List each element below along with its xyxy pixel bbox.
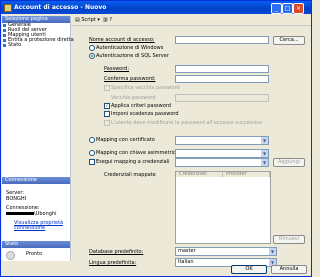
window-title: Account di accesso - Nuovo — [14, 4, 107, 11]
status-panel: Stato Pronto — [2, 241, 70, 261]
chevron-down-icon: ▼ — [261, 159, 268, 166]
dialog-buttons: OK Annulla — [71, 263, 311, 276]
sql-auth-radio[interactable] — [89, 53, 95, 59]
map-credential-checkbox[interactable] — [89, 159, 95, 165]
password-label: Password: — [104, 66, 130, 72]
sql-auth-label: Autenticazione di SQL Server — [96, 53, 169, 59]
column-header-provider[interactable]: Provider — [223, 172, 270, 177]
redacted-text — [6, 212, 34, 215]
windows-auth-radio[interactable] — [89, 45, 95, 51]
credential-select[interactable]: ▼ — [175, 158, 269, 167]
add-credential-button[interactable]: Aggiungi — [273, 158, 305, 167]
chevron-down-icon: ▼ — [261, 150, 268, 157]
mapped-credentials-table[interactable]: Credenziali Provider — [175, 171, 271, 244]
enforce-expiration-checkbox[interactable] — [104, 111, 110, 117]
asymmetric-key-radio[interactable] — [89, 150, 95, 156]
cancel-button[interactable]: Annulla — [271, 265, 307, 274]
certificate-select[interactable]: ▼ — [175, 136, 269, 145]
sidebar: Selezione pagina Generale Ruoli del serv… — [2, 16, 74, 261]
map-credential-label: Esegui mapping a credenziali — [96, 159, 170, 165]
chevron-down-icon: ▼ — [269, 248, 276, 255]
page-item-status[interactable]: Stato — [2, 43, 70, 48]
old-password-input[interactable] — [175, 94, 269, 102]
mapped-credentials-label: Credenziali mappate — [104, 172, 156, 178]
default-database-select[interactable]: master ▼ — [175, 247, 277, 256]
column-header-credential[interactable]: Credenziali — [176, 172, 223, 177]
connection-panel: Connessione Server: BONGHI Connessione: … — [2, 177, 70, 241]
page-icon — [3, 34, 6, 37]
default-database-label: Database predefinito: — [89, 249, 144, 255]
login-window: Account di accesso - Nuovo _ □ × Selezio… — [0, 0, 312, 277]
confirm-password-input[interactable] — [175, 75, 269, 83]
asymmetric-key-label: Mapping con chiave asimmetrica — [96, 150, 179, 156]
certificate-label: Mapping con certificato — [96, 137, 155, 143]
minimize-button[interactable]: _ — [271, 3, 282, 14]
page-icon — [3, 44, 6, 47]
maximize-button[interactable]: □ — [282, 3, 293, 14]
enforce-expiration-label: Imponi scadenza password — [111, 111, 179, 117]
app-icon — [4, 4, 12, 12]
old-password-label: Vecchia password — [111, 95, 156, 101]
progress-icon — [6, 251, 15, 260]
windows-auth-label: Autenticazione di Windows — [96, 45, 164, 51]
status-header: Stato — [2, 241, 70, 248]
connection-value: \Ubonghi — [2, 211, 70, 217]
enforce-policy-label: Applica criteri password — [111, 103, 171, 109]
main-panel: ▤ Script ▾ ▥ ? Nome account di accesso: … — [71, 16, 311, 267]
enforce-policy-checkbox[interactable]: ✓ — [104, 103, 110, 109]
chevron-down-icon: ▼ — [261, 137, 268, 144]
server-value: BONGHI — [6, 196, 27, 202]
toolbar: ▤ Script ▾ ▥ ? — [71, 16, 311, 26]
certificate-radio[interactable] — [89, 137, 95, 143]
help-button[interactable]: ▥ ? — [103, 17, 112, 23]
must-change-checkbox[interactable] — [104, 120, 110, 126]
connection-header: Connessione — [2, 177, 70, 184]
login-name-input[interactable] — [175, 36, 269, 44]
confirm-password-label: Conferma password: — [104, 76, 156, 82]
page-icon — [3, 39, 6, 42]
old-password-check-label: Specifica vecchia password — [111, 85, 180, 91]
search-button[interactable]: Cerca... — [273, 36, 305, 45]
login-name-label: Nome account di accesso: — [89, 37, 155, 43]
page-icon — [3, 24, 6, 27]
view-connection-properties-link[interactable]: Visualizza proprietà connessione — [2, 221, 68, 231]
status-text: Pronto — [26, 251, 43, 257]
password-input[interactable] — [175, 65, 269, 73]
ok-button[interactable]: OK — [231, 265, 267, 274]
page-icon — [3, 29, 6, 32]
must-change-label: L'utente deve modificare la password all… — [111, 120, 263, 126]
remove-credential-button[interactable]: Rimuovi — [273, 235, 305, 244]
title-bar[interactable]: Account di accesso - Nuovo _ □ × — [1, 1, 311, 14]
old-password-checkbox[interactable] — [104, 85, 110, 91]
script-button[interactable]: ▤ Script ▾ — [75, 17, 100, 23]
close-button[interactable]: × — [293, 3, 304, 14]
asymmetric-key-select[interactable]: ▼ — [175, 149, 269, 158]
